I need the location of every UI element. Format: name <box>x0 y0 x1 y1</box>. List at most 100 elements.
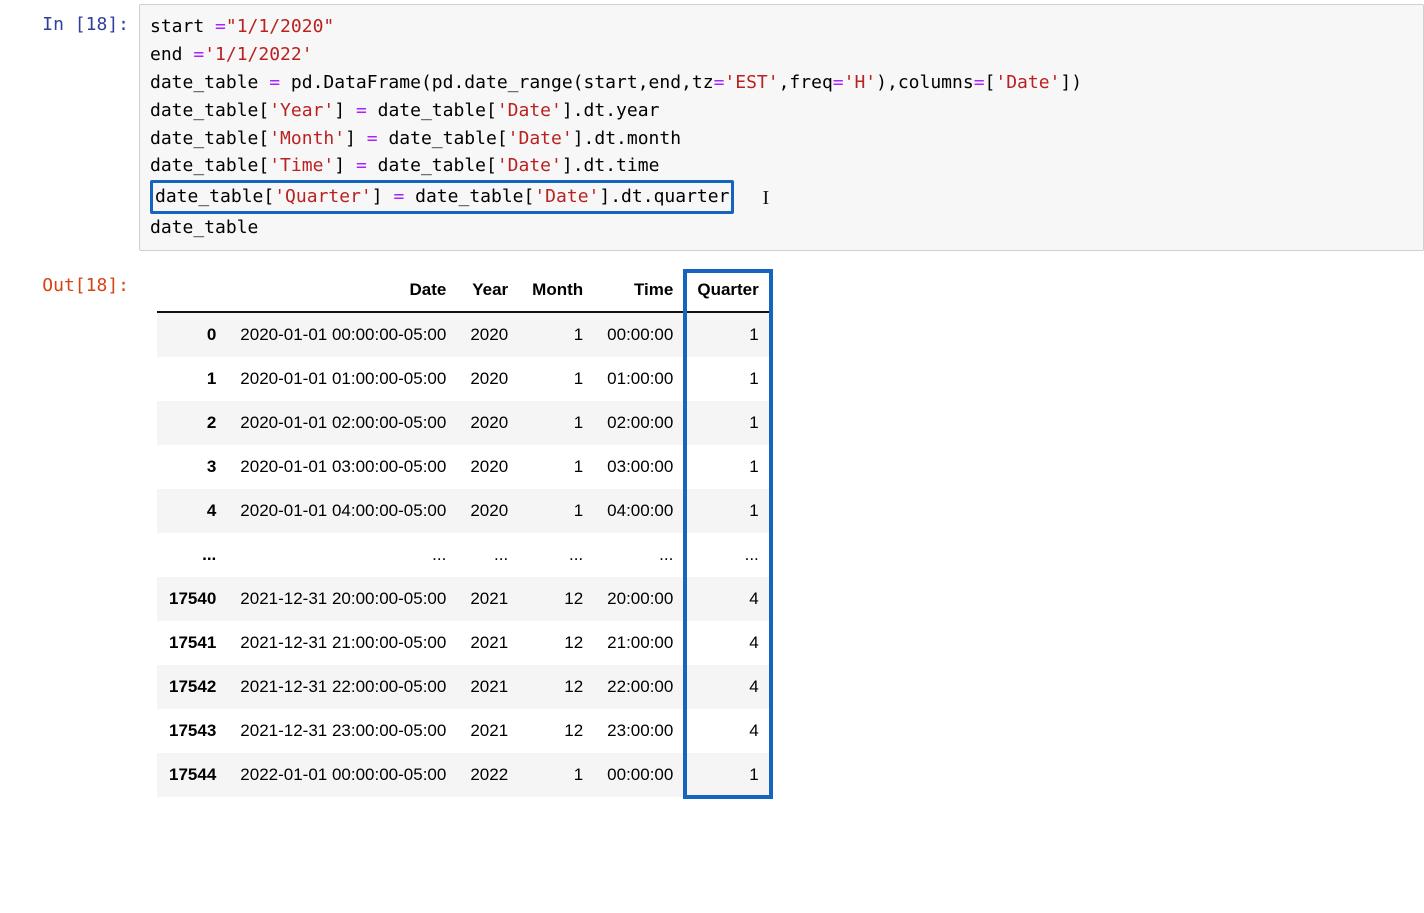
cell-quarter: 4 <box>685 577 770 621</box>
code-editor[interactable]: start ="1/1/2020" end ='1/1/2022' date_t… <box>139 4 1424 251</box>
table-row: 32020-01-01 03:00:00-05:002020103:00:001 <box>157 445 771 489</box>
code-line-7-highlighted: date_table['Quarter'] = date_table['Date… <box>150 186 769 207</box>
col-header-quarter: Quarter <box>685 271 770 312</box>
cell-quarter: 4 <box>685 709 770 753</box>
cell-date: 2020-01-01 01:00:00-05:00 <box>228 357 458 401</box>
cell-year: 2021 <box>458 709 520 753</box>
cell-date: 2021-12-31 20:00:00-05:00 <box>228 577 458 621</box>
cell-month: 12 <box>520 665 595 709</box>
row-index: ... <box>157 533 228 577</box>
col-header-time: Time <box>595 271 685 312</box>
row-index: 1 <box>157 357 228 401</box>
cell-time: ... <box>595 533 685 577</box>
output-area: Date Year Month Time Quarter 02020-01-01… <box>139 265 1424 797</box>
row-index: 2 <box>157 401 228 445</box>
table-row: 175412021-12-31 21:00:00-05:0020211221:0… <box>157 621 771 665</box>
dataframe-table: Date Year Month Time Quarter 02020-01-01… <box>157 271 771 797</box>
table-row: 175402021-12-31 20:00:00-05:0020211220:0… <box>157 577 771 621</box>
table-header-row: Date Year Month Time Quarter <box>157 271 771 312</box>
cell-year: 2020 <box>458 312 520 357</box>
cell-year: 2021 <box>458 665 520 709</box>
cell-quarter: 1 <box>685 357 770 401</box>
cell-date: 2020-01-01 03:00:00-05:00 <box>228 445 458 489</box>
row-index: 17544 <box>157 753 228 797</box>
cell-date: 2021-12-31 23:00:00-05:00 <box>228 709 458 753</box>
cell-time: 20:00:00 <box>595 577 685 621</box>
table-row: 12020-01-01 01:00:00-05:002020101:00:001 <box>157 357 771 401</box>
cell-date: ... <box>228 533 458 577</box>
row-index: 17542 <box>157 665 228 709</box>
col-header-date: Date <box>228 271 458 312</box>
code-line-8: date_table <box>150 217 258 238</box>
table-row: 42020-01-01 04:00:00-05:002020104:00:001 <box>157 489 771 533</box>
cell-month: 12 <box>520 577 595 621</box>
row-index: 17540 <box>157 577 228 621</box>
cell-date: 2021-12-31 22:00:00-05:00 <box>228 665 458 709</box>
code-line-1: start ="1/1/2020" <box>150 16 334 37</box>
cell-date: 2022-01-01 00:00:00-05:00 <box>228 753 458 797</box>
cell-quarter: 1 <box>685 489 770 533</box>
code-line-5: date_table['Month'] = date_table['Date']… <box>150 128 681 149</box>
cell-date: 2020-01-01 04:00:00-05:00 <box>228 489 458 533</box>
cell-time: 00:00:00 <box>595 312 685 357</box>
output-cell: Out[18]: Date Year Month Time Quarter 02… <box>0 261 1424 797</box>
cell-time: 00:00:00 <box>595 753 685 797</box>
row-index: 0 <box>157 312 228 357</box>
cell-year: 2021 <box>458 577 520 621</box>
row-index: 4 <box>157 489 228 533</box>
col-header-month: Month <box>520 271 595 312</box>
cell-year: 2020 <box>458 401 520 445</box>
code-line-3: date_table = pd.DataFrame(pd.date_range(… <box>150 72 1082 93</box>
cell-year: ... <box>458 533 520 577</box>
cell-quarter: 1 <box>685 401 770 445</box>
cell-date: 2020-01-01 02:00:00-05:00 <box>228 401 458 445</box>
table-row: 175432021-12-31 23:00:00-05:0020211223:0… <box>157 709 771 753</box>
cell-month: 12 <box>520 621 595 665</box>
cell-time: 22:00:00 <box>595 665 685 709</box>
row-index: 3 <box>157 445 228 489</box>
table-row: 175442022-01-01 00:00:00-05:002022100:00… <box>157 753 771 797</box>
row-index: 17541 <box>157 621 228 665</box>
input-cell: In [18]: start ="1/1/2020" end ='1/1/202… <box>0 0 1424 251</box>
cell-date: 2021-12-31 21:00:00-05:00 <box>228 621 458 665</box>
output-prompt: Out[18]: <box>0 265 139 302</box>
table-row: 02020-01-01 00:00:00-05:002020100:00:001 <box>157 312 771 357</box>
cell-quarter: 1 <box>685 445 770 489</box>
cell-year: 2020 <box>458 445 520 489</box>
cell-month: 1 <box>520 489 595 533</box>
cell-month: ... <box>520 533 595 577</box>
code-line-2: end ='1/1/2022' <box>150 44 313 65</box>
cell-month: 12 <box>520 709 595 753</box>
input-prompt: In [18]: <box>0 4 139 41</box>
col-header-year: Year <box>458 271 520 312</box>
code-line-6: date_table['Time'] = date_table['Date'].… <box>150 155 659 176</box>
cell-year: 2020 <box>458 489 520 533</box>
cell-time: 21:00:00 <box>595 621 685 665</box>
table-row: 22020-01-01 02:00:00-05:002020102:00:001 <box>157 401 771 445</box>
cell-year: 2022 <box>458 753 520 797</box>
row-index: 17543 <box>157 709 228 753</box>
cell-date: 2020-01-01 00:00:00-05:00 <box>228 312 458 357</box>
code-line-4: date_table['Year'] = date_table['Date'].… <box>150 100 659 121</box>
cell-quarter: 1 <box>685 312 770 357</box>
cell-month: 1 <box>520 401 595 445</box>
cell-quarter: 4 <box>685 621 770 665</box>
cell-quarter: ... <box>685 533 770 577</box>
cell-month: 1 <box>520 312 595 357</box>
cell-month: 1 <box>520 357 595 401</box>
cell-quarter: 1 <box>685 753 770 797</box>
table-row: .................. <box>157 533 771 577</box>
cell-month: 1 <box>520 445 595 489</box>
cell-time: 03:00:00 <box>595 445 685 489</box>
cell-year: 2021 <box>458 621 520 665</box>
cell-month: 1 <box>520 753 595 797</box>
text-cursor-icon: I <box>762 183 769 214</box>
cell-quarter: 4 <box>685 665 770 709</box>
cell-time: 23:00:00 <box>595 709 685 753</box>
col-header-index <box>157 271 228 312</box>
table-row: 175422021-12-31 22:00:00-05:0020211222:0… <box>157 665 771 709</box>
cell-time: 04:00:00 <box>595 489 685 533</box>
cell-time: 01:00:00 <box>595 357 685 401</box>
cell-time: 02:00:00 <box>595 401 685 445</box>
cell-year: 2020 <box>458 357 520 401</box>
